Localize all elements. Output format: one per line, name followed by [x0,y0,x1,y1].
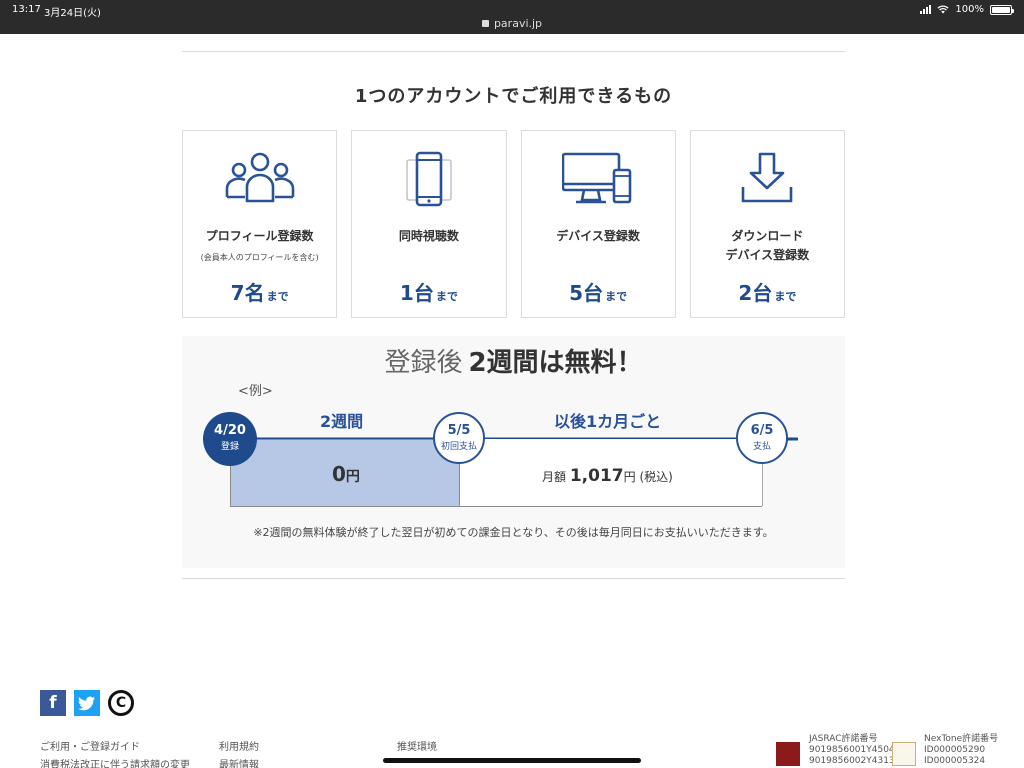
node-date: 4/20 [214,423,246,438]
jasrac-number-2: 9019856002Y43136 [809,756,901,766]
card-value-number: 2台 [738,281,773,305]
wifi-icon [937,5,949,14]
status-indicators: 100% [920,4,1014,15]
url-text: paravi.jp [493,17,543,30]
signal-icon [920,5,932,14]
twitter-icon[interactable] [74,690,100,716]
nextone-number-1: ID000005290 [924,745,986,755]
node-text: 登録 [220,442,239,452]
monthly-unit: 円 [623,470,636,484]
node-date: 6/5 [750,423,774,438]
jasrac-title: JASRAC許諾番号 [809,734,878,744]
monthly-price: 月額 1,017円 (税込) [542,466,673,486]
card-value-number: 1台 [399,281,434,305]
jasrac-logo-icon [776,742,800,766]
card-label: デバイス登録数 [556,229,640,243]
address-bar[interactable]: paravi.jp [0,17,1024,30]
card-label: プロフィール登録数 [205,229,314,243]
c-logo-icon[interactable]: C [108,690,134,716]
card-value-unit: まで [435,290,458,303]
footer-link-tax[interactable]: 消費税法改正に伴う請求額の変更 [40,756,190,768]
free-period-label: 2週間 [320,412,364,431]
card-value-number: 7名 [230,281,265,305]
card-value-number: 5台 [569,281,604,305]
node-text: 支払 [752,442,771,452]
card-sublabel: (会員本人のプロフィールを含む) [200,253,319,262]
download-icon [742,152,793,203]
card-label: 同時視聴数 [398,229,459,243]
facebook-glyph: f [49,693,57,713]
nextone-info: NexTone許諾番号 ID000005290 ID000005324 [924,734,998,767]
footer-link-news[interactable]: 最新情報 [219,756,259,768]
card-value-unit: まで [605,290,628,303]
section-title: 1つのアカウントでご利用できるもの [354,86,673,107]
users-icon [225,152,294,203]
battery-percent: 100% [955,4,984,15]
free-price: 0円 [332,462,360,486]
card-simultaneous: 同時視聴数 1台 まで [351,130,507,318]
lock-icon [481,20,489,27]
timeline-node-payment: 6/5 支払 [736,412,788,464]
card-value: 7名 まで [183,277,336,306]
monthly-price-number: 1,017 [569,466,624,486]
card-value: 1台 まで [352,277,505,306]
jasrac-number-1: 9019856001Y45040 [809,745,901,755]
card-value: 2台 まで [691,277,844,306]
nextone-title: NexTone許諾番号 [924,734,999,744]
card-profiles: プロフィール登録数 (会員本人のプロフィールを含む) 7名 まで [182,130,338,318]
node-date: 5/5 [447,423,471,438]
nextone-logo-icon [892,742,916,766]
card-devices: デバイス登録数 5台 まで [520,130,676,318]
free-price-unit: 円 [345,469,360,485]
smartphone-icon [406,151,452,207]
card-value-unit: まで [774,290,797,303]
c-logo-glyph: C [115,695,127,711]
devices-icon [562,152,632,204]
battery-icon [990,4,1014,15]
card-label: ダウンロード デバイス登録数 [725,229,810,262]
social-links: f C [40,690,134,716]
monthly-tax: (税込) [639,470,673,484]
footer-link-guide[interactable]: ご利用・ご登録ガイド [40,738,140,753]
timeline-node-first-payment: 5/5 初回支払 [433,412,485,464]
monthly-prefix: 月額 [542,470,567,484]
divider-top [182,51,845,52]
timeline-node-register: 4/20 登録 [203,412,257,466]
free-trial-panel: 登録後 2週間は無料！ <例> 2週間 以後1カ月ごと 4/20 登録 5/5 初… [182,336,845,568]
paid-period-label: 以後1カ月ごと [554,412,662,431]
status-time: 13:17 [12,4,41,15]
status-bar: 13:17 3月24日(火) paravi.jp 100% [0,0,1024,34]
twitter-bird-shape [78,696,95,710]
features-cards: プロフィール登録数 (会員本人のプロフィールを含む) 7名 まで 同時視聴数 1台… [182,130,845,318]
footer-link-terms[interactable]: 利用規約 [219,738,259,753]
footer-link-env[interactable]: 推奨環境 [397,738,437,753]
card-download: ダウンロード デバイス登録数 2台 まで [689,130,845,318]
home-indicator[interactable] [383,758,641,763]
card-value-unit: まで [266,290,289,303]
trial-note: ※2週間の無料体験が終了した翌日が初めての課金日となり、その後は毎月同日にお支払… [253,526,774,539]
jasrac-info: JASRAC許諾番号 9019856001Y45040 9019856002Y4… [809,734,900,767]
facebook-icon[interactable]: f [40,690,66,716]
divider-bottom [182,578,845,579]
node-text: 初回支払 [440,442,477,452]
card-value: 5台 まで [522,277,675,306]
nextone-number-2: ID000005324 [924,756,986,766]
free-price-number: 0 [332,462,346,486]
